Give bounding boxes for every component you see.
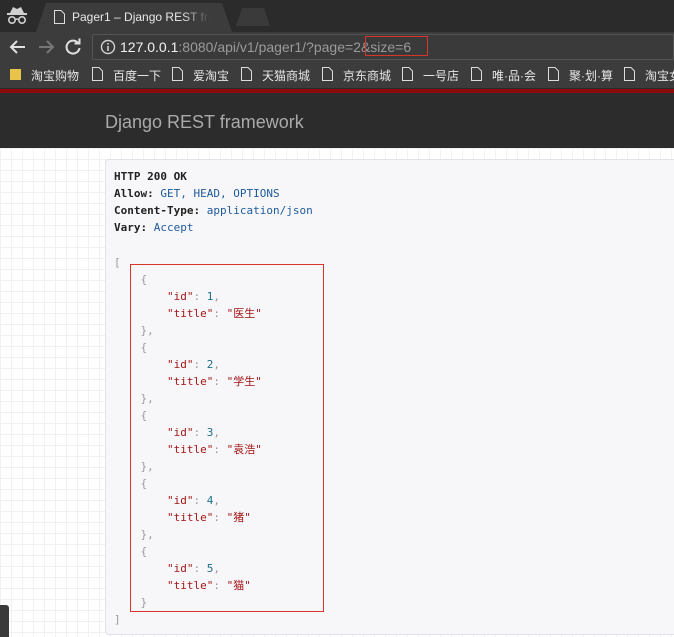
bookmark-label: 淘宝女 [645,69,674,83]
browser-tab-strip: Pager1 – Django REST framework [0,0,674,32]
bookmark-item[interactable]: 唯·品·会 [471,67,536,83]
tab-title: Pager1 – Django REST framework [72,10,210,24]
page-icon [92,67,103,81]
bookmark-label: 淘宝购物 [31,69,80,83]
header-row: Allow: GET, HEAD, OPTIONS [114,187,280,200]
tab-pager1[interactable]: Pager1 – Django REST framework [36,3,232,32]
bookmark-label: 聚·划·算 [569,69,613,83]
bookmark-item[interactable]: 淘宝购物 [10,67,79,83]
bookmark-item[interactable]: 京东商城 [322,67,391,83]
incognito-icon [7,7,27,25]
page-icon [241,67,252,81]
page-icon [402,67,413,81]
page-content: HTTP 200 OK Allow: GET, HEAD, OPTIONS Co… [0,148,674,637]
bookmark-item[interactable]: 聚·划·算 [548,67,613,83]
bookmark-label: 京东商城 [343,69,392,83]
response-headers: HTTP 200 OK Allow: GET, HEAD, OPTIONS Co… [114,168,313,236]
info-icon[interactable] [100,39,116,55]
header-row: Vary: Accept [114,221,194,234]
page-icon [322,67,333,81]
header-key: Allow [114,187,148,200]
folder-icon [10,69,21,80]
bookmark-label: 爱淘宝 [193,69,230,83]
new-tab-button[interactable] [236,8,270,26]
bookmark-item[interactable]: 百度一下 [92,67,161,83]
bookmark-item[interactable]: 一号店 [402,67,459,83]
back-icon[interactable] [8,37,28,57]
page-icon [548,67,559,81]
header-value: Accept [153,221,194,234]
bookmark-label: 唯·品·会 [492,69,536,83]
page-icon [172,67,183,81]
bookmark-item[interactable]: 淘宝女 [624,67,674,83]
bookmark-label: 天猫商城 [262,69,311,83]
bookmark-label: 一号店 [423,69,460,83]
bookmark-label: 百度一下 [113,69,162,83]
url-query-highlight [365,36,428,56]
window-edge [0,605,9,637]
json-items-highlight [130,264,324,612]
navbar-brand[interactable]: Django REST framework [105,112,304,133]
header-row: Content-Type: application/json [114,204,313,217]
bookmark-item[interactable]: 天猫商城 [241,67,310,83]
header-value: GET, HEAD, OPTIONS [160,187,280,200]
header-key: Content-Type [114,204,194,217]
status-line: HTTP 200 OK [114,170,187,183]
forward-icon[interactable] [36,37,56,57]
bookmark-item[interactable]: 爱淘宝 [172,67,229,83]
drf-navbar: Django REST framework [0,89,674,148]
document-icon [54,10,65,24]
page-icon [624,67,635,81]
bookmarks-bar: 淘宝购物 百度一下 爱淘宝 天猫商城 京东商城 一号店 唯·品·会 聚·划·算 … [0,62,674,89]
browser-toolbar: 127.0.0.1:8080/api/v1/pager1/?page=2&siz… [0,32,674,62]
header-key: Vary [114,221,141,234]
header-value: application/json [206,204,313,217]
page-icon [471,67,482,81]
reload-icon[interactable] [63,37,83,57]
url-host: 127.0.0.1 [120,39,179,55]
